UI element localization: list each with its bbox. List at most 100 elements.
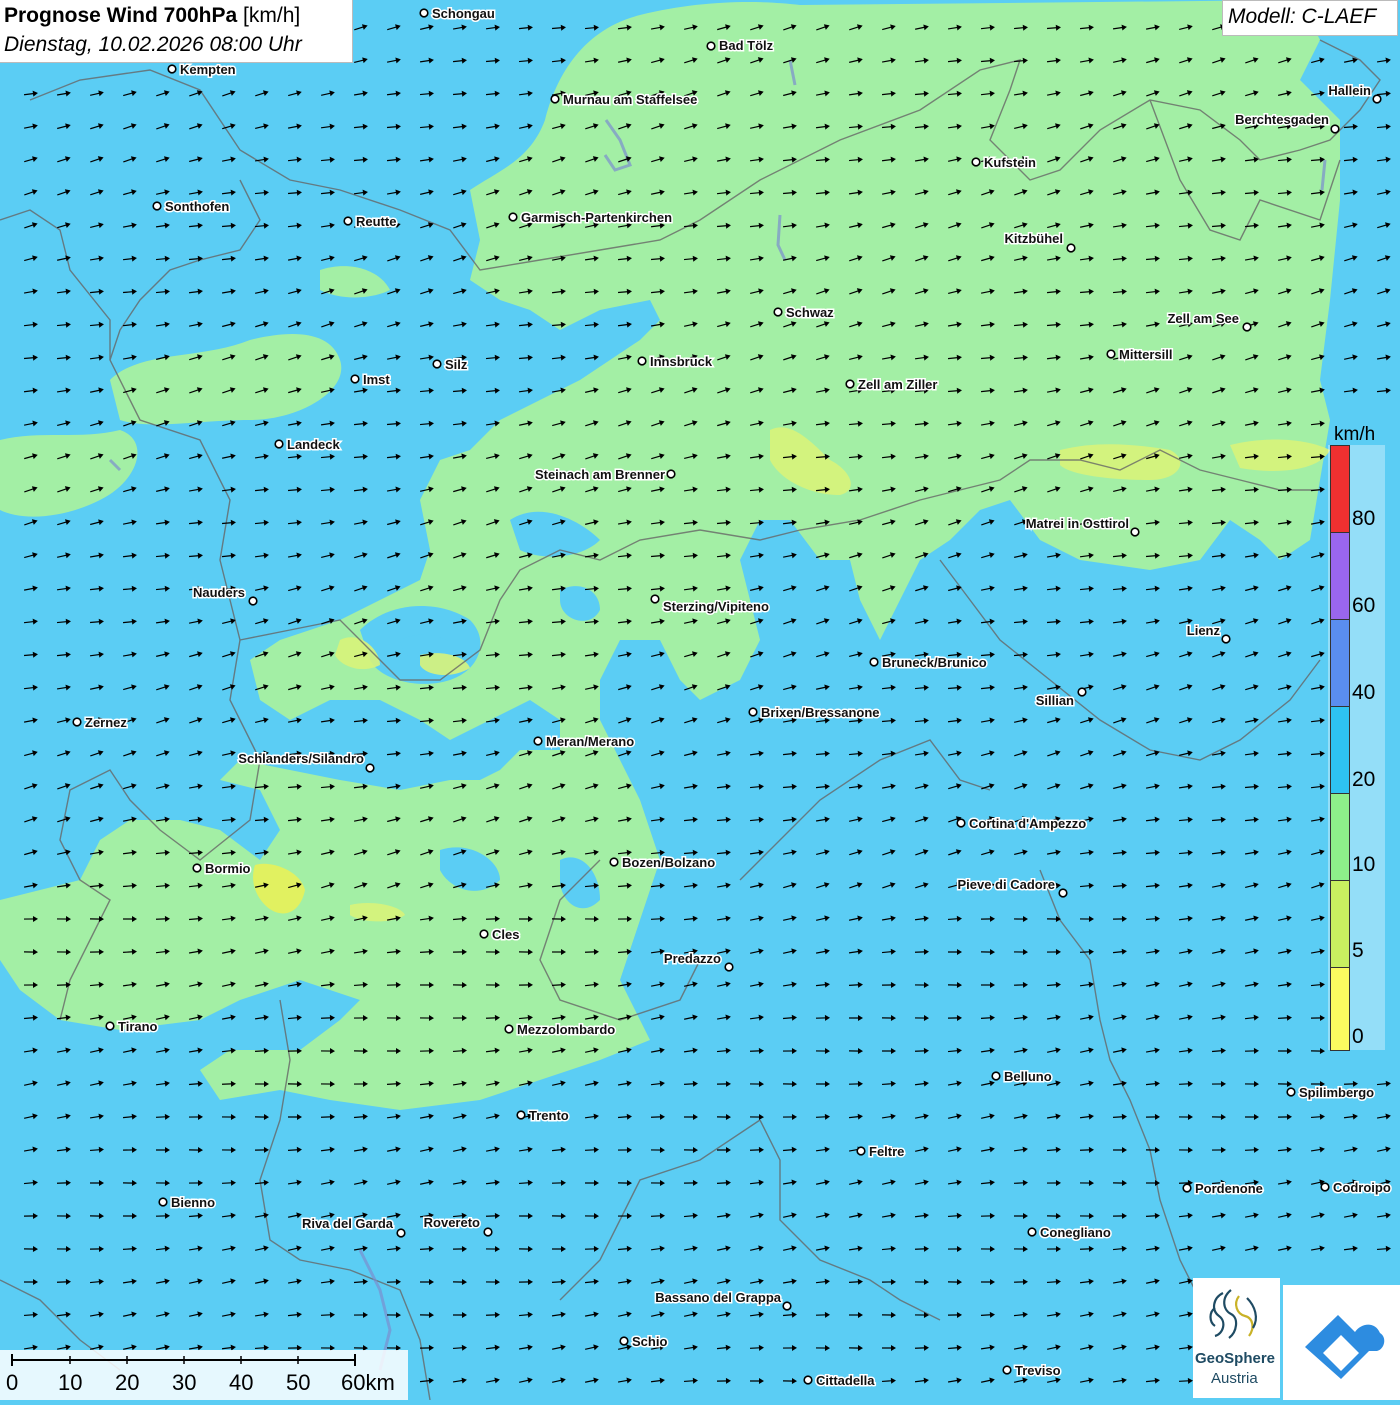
legend-tick: 5 (1352, 939, 1364, 963)
city-label: Schwaz (786, 305, 834, 320)
scale-label: 30 (172, 1370, 196, 1396)
legend-tick: 0 (1352, 1025, 1364, 1049)
city-dot (783, 1302, 791, 1310)
city-dot (73, 718, 81, 726)
logo-line1: GeoSphere (1195, 1350, 1275, 1367)
city-dot (193, 864, 201, 872)
city-label: Feltre (869, 1144, 904, 1159)
city-dot (344, 217, 352, 225)
city-dot (249, 597, 257, 605)
city-label: Landeck (287, 437, 341, 452)
legend-swatch-10-20 (1330, 793, 1350, 881)
city-label: Bienno (171, 1195, 215, 1210)
city-label: Matrei in Osttirol (1026, 516, 1129, 531)
city-label: Codroipo (1333, 1180, 1391, 1195)
city-dot (1183, 1184, 1191, 1192)
model-label: Modell: C-LAEF (1228, 5, 1376, 29)
city-dot (1107, 350, 1115, 358)
city-dot (857, 1147, 865, 1155)
city-marker: Brixen/Bressanone (749, 705, 879, 720)
legend-tick: 20 (1352, 768, 1375, 792)
city-label: Cortina d'Ampezzo (969, 816, 1086, 831)
city-marker: Pordenone (1183, 1181, 1263, 1196)
city-dot (972, 158, 980, 166)
city-label: Pieve di Cadore (957, 877, 1055, 892)
city-dot (707, 42, 715, 50)
city-label: Tirano (118, 1019, 158, 1034)
city-label: Treviso (1015, 1363, 1061, 1378)
city-dot (1003, 1366, 1011, 1374)
city-dot (534, 737, 542, 745)
geosphere-logo: GeoSphere Austria (1193, 1278, 1280, 1398)
title-unit: [km/h] (243, 4, 300, 27)
city-label: Steinach am Brenner (535, 467, 665, 482)
scale-bar: 0 10 20 30 40 50 60km (0, 1350, 408, 1400)
city-dot (420, 9, 428, 17)
city-dot (638, 357, 646, 365)
city-label: Cles (492, 927, 519, 942)
city-marker: Murnau am Staffelsee (551, 92, 697, 107)
legend-swatch-40-60 (1330, 619, 1350, 707)
city-dot (351, 375, 359, 383)
model-box: Modell: C-LAEF (1222, 0, 1398, 36)
city-label: Bormio (205, 861, 251, 876)
city-dot (725, 963, 733, 971)
city-marker: Cortina d'Ampezzo (957, 816, 1086, 831)
city-dot (846, 380, 854, 388)
city-label: Riva del Garda (302, 1216, 394, 1231)
city-marker: Sonthofen (153, 199, 229, 214)
city-dot (667, 470, 675, 478)
city-marker: Garmisch-Partenkirchen (509, 210, 672, 225)
title-main: Prognose Wind 700hPa (4, 4, 237, 27)
city-dot (433, 360, 441, 368)
logo-line2: Austria (1211, 1370, 1258, 1387)
legend-unit: km/h (1334, 424, 1375, 446)
city-dot (153, 202, 161, 210)
city-label: Berchtesgaden (1235, 112, 1329, 127)
city-dot (610, 858, 618, 866)
legend-tick: 10 (1352, 853, 1375, 877)
city-label: Sterzing/Vipiteno (663, 599, 769, 614)
legend-swatch-5-10 (1330, 880, 1350, 968)
city-dot (1067, 244, 1075, 252)
city-dot (1331, 125, 1339, 133)
city-dot (1373, 95, 1381, 103)
city-dot (366, 764, 374, 772)
scale-label: 20 (115, 1370, 139, 1396)
city-label: Lienz (1187, 623, 1221, 638)
city-label: Brixen/Bressanone (761, 705, 880, 720)
color-legend: 80 60 40 20 10 5 0 (1328, 445, 1385, 1050)
scale-label: 0 (6, 1370, 18, 1396)
city-dot (1059, 889, 1067, 897)
city-label: Garmisch-Partenkirchen (521, 210, 672, 225)
scale-label: 60km (341, 1370, 395, 1396)
city-label: Kitzbühel (1005, 231, 1064, 246)
city-dot (1222, 635, 1230, 643)
city-dot (159, 1198, 167, 1206)
city-label: Meran/Merano (546, 734, 634, 749)
city-dot (509, 213, 517, 221)
forecast-datetime: Dienstag, 10.02.2026 08:00 Uhr (4, 33, 302, 57)
city-dot (480, 930, 488, 938)
city-dot (774, 308, 782, 316)
city-dot (1287, 1088, 1295, 1096)
city-label: Bad Tölz (719, 38, 774, 53)
city-label: Murnau am Staffelsee (563, 92, 697, 107)
city-dot (1321, 1183, 1329, 1191)
city-dot (651, 595, 659, 603)
legend-swatch-80plus (1330, 445, 1350, 533)
city-dot (551, 95, 559, 103)
city-dot (749, 708, 757, 716)
city-dot (168, 65, 176, 73)
city-label: Trento (529, 1108, 569, 1123)
city-dot (1243, 323, 1251, 331)
title: Prognose Wind 700hPa [km/h] (4, 4, 300, 28)
city-marker: Mezzolombardo (505, 1022, 615, 1037)
city-label: Zernez (85, 715, 127, 730)
city-marker: Schongau (420, 6, 495, 21)
city-marker: Innsbruck (638, 354, 713, 369)
city-label: Kufstein (984, 155, 1036, 170)
city-marker: Spilimbergo (1287, 1085, 1374, 1100)
city-label: Schongau (432, 6, 495, 21)
city-dot (870, 658, 878, 666)
